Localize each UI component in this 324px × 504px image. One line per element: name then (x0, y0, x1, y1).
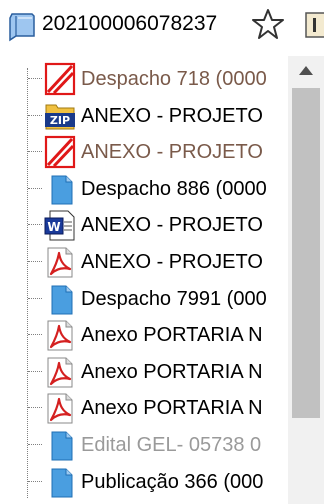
tree-item-label[interactable]: Anexo PORTARIA N (81, 323, 263, 347)
tree-item[interactable]: Despacho 7991 (000 (0, 280, 290, 317)
tree-item-label[interactable]: Edital GEL- 05738 0 (81, 433, 261, 457)
tree-item-label[interactable]: Anexo PORTARIA N (81, 396, 263, 420)
tree-item[interactable]: Anexo PORTARIA N (0, 316, 290, 353)
process-folder-icon[interactable] (6, 10, 40, 42)
tree-branch-line (28, 407, 42, 409)
tree-branch-line (28, 297, 42, 299)
tree-item[interactable]: ANEXO - PROJETO (0, 133, 290, 170)
svg-text:W: W (47, 220, 60, 234)
word-file-icon[interactable]: W (42, 208, 78, 242)
tree-branch-line (28, 334, 42, 336)
tree-item-label[interactable]: Publicação 366 (000 (81, 470, 263, 494)
tree-item[interactable]: Anexo PORTARIA N (0, 353, 290, 390)
document-icon[interactable] (42, 428, 78, 462)
pdf-file-icon[interactable] (42, 355, 78, 389)
document-icon[interactable] (42, 172, 78, 206)
process-number[interactable]: 202100006078237 (42, 11, 217, 37)
tree-item-label[interactable]: Anexo PORTARIA N (81, 360, 263, 384)
scroll-up-arrow-icon[interactable] (288, 56, 324, 86)
tree-item[interactable]: ANEXO - PROJETO (0, 243, 290, 280)
star-icon[interactable] (250, 6, 286, 42)
tree-item-label[interactable]: ANEXO - PROJETO (81, 213, 263, 237)
tree-item-label[interactable]: Despacho 7991 (000 (81, 287, 267, 311)
tree-branch-line (28, 114, 42, 116)
tree-item-label[interactable]: ANEXO - PROJETO (81, 104, 263, 128)
tree-item[interactable]: Despacho 886 (0000 (0, 170, 290, 207)
document-tree: Despacho 718 (0000 ZIP ANEXO - PROJETO ANEX… (0, 56, 290, 504)
scroll-thumb[interactable] (292, 88, 320, 418)
tree-branch-line (28, 187, 42, 189)
pdf-file-icon[interactable] (42, 318, 78, 352)
vertical-scrollbar[interactable] (288, 56, 324, 504)
tree-item-label[interactable]: ANEXO - PROJETO (81, 250, 263, 274)
tree-item[interactable]: Publicação 366 (000 (0, 463, 290, 500)
cancelled-document-icon[interactable] (42, 135, 78, 169)
tree-branch-line (28, 370, 42, 372)
tree-item-label[interactable]: ANEXO - PROJETO (81, 140, 263, 164)
header: 202100006078237 (0, 0, 324, 48)
zip-file-icon[interactable]: ZIP (42, 99, 78, 133)
svg-text:ZIP: ZIP (50, 114, 70, 127)
document-icon[interactable] (42, 282, 78, 316)
tree-branch-line (28, 151, 42, 153)
tree-branch-line (28, 444, 42, 445)
tree-item-label[interactable]: Despacho 886 (0000 (81, 177, 267, 201)
tree-item[interactable]: W ANEXO - PROJETO (0, 206, 290, 243)
document-icon[interactable] (42, 465, 78, 499)
pdf-file-icon[interactable] (42, 245, 78, 279)
tree-item[interactable]: Edital GEL- 05738 0 (0, 426, 290, 463)
tree-branch-line (28, 224, 42, 226)
tree-item[interactable]: Despacho 718 (0000 (0, 60, 290, 97)
tree-item[interactable]: ZIP ANEXO - PROJETO (0, 97, 290, 134)
tree-branch-line (28, 261, 42, 262)
tree-branch-line (28, 480, 42, 482)
tree-item[interactable]: Anexo PORTARIA N (0, 389, 290, 426)
toolbar-icon[interactable] (304, 10, 324, 40)
pdf-file-icon[interactable] (42, 391, 78, 425)
tree-branch-line (28, 78, 42, 79)
tree-item-label[interactable]: Despacho 718 (0000 (81, 67, 267, 91)
cancelled-document-icon[interactable] (42, 62, 78, 96)
